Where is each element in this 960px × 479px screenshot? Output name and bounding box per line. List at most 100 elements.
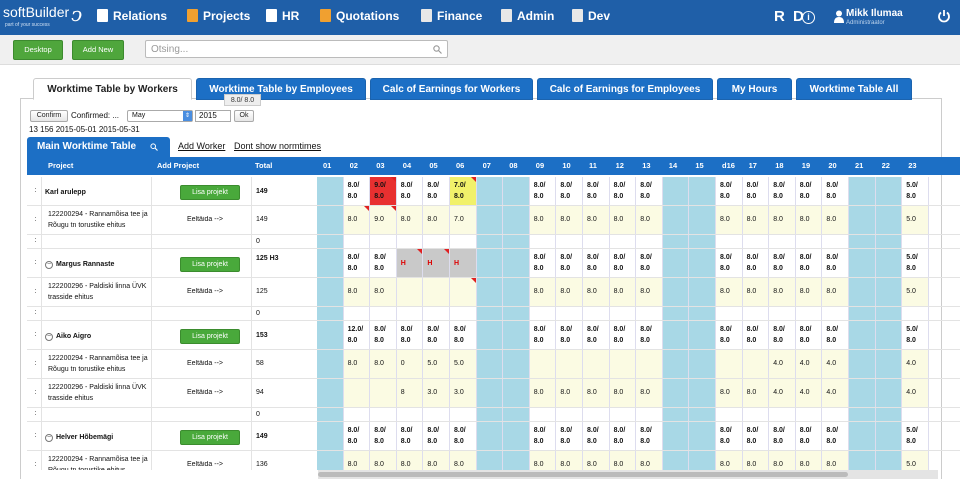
day-cell[interactable]: 5.0/8.0 (902, 177, 929, 205)
horizontal-scrollbar[interactable] (318, 470, 938, 479)
day-cell[interactable]: 8.0 (370, 350, 397, 378)
day-cell[interactable]: 8.0/8.0 (742, 422, 770, 450)
day-cell[interactable] (689, 321, 716, 349)
day-cell[interactable]: 8.0/8.0 (609, 249, 637, 277)
day-cell[interactable]: 8.0 (343, 278, 371, 306)
eeltaida-link[interactable]: Eeltäida --> (187, 461, 247, 470)
eeltaida-link[interactable]: Eeltäida --> (187, 288, 247, 299)
day-cell[interactable] (317, 379, 344, 407)
day-cell[interactable]: 8.0 (396, 451, 424, 470)
day-cell[interactable]: 8.0/8.0 (769, 422, 796, 450)
day-cell[interactable] (662, 350, 690, 378)
day-cell[interactable]: 8 (396, 379, 424, 407)
search-input[interactable]: Otsing... (145, 40, 448, 58)
day-cell[interactable]: 8.0 (795, 206, 823, 234)
collapse-icon[interactable]: − (45, 260, 53, 269)
day-cell[interactable] (396, 307, 424, 320)
drag-handle-icon[interactable]: ⋮ (31, 258, 37, 270)
day-cell[interactable] (423, 408, 450, 421)
day-cell[interactable]: 8.0/8.0 (556, 422, 583, 450)
day-cell[interactable] (476, 321, 504, 349)
day-cell[interactable] (423, 307, 450, 320)
year-input[interactable]: 2015 (195, 110, 231, 122)
day-cell[interactable] (476, 206, 504, 234)
day-cell[interactable]: 8.0 (636, 206, 663, 234)
day-cell[interactable]: 8.0 (716, 451, 743, 470)
day-cell[interactable] (636, 307, 663, 320)
day-cell[interactable] (902, 307, 929, 320)
add-project-button[interactable]: Lisa projekt (180, 429, 240, 445)
day-cell[interactable] (503, 278, 530, 306)
day-cell[interactable] (849, 350, 876, 378)
day-cell[interactable] (317, 451, 344, 470)
search-icon[interactable] (150, 143, 158, 151)
day-cell[interactable] (503, 235, 530, 248)
day-cell[interactable] (716, 350, 743, 378)
day-cell[interactable] (503, 408, 530, 421)
drag-handle-icon[interactable]: ⋮ (31, 215, 37, 227)
day-cell[interactable]: 8.0 (609, 206, 637, 234)
eeltaida-link[interactable]: Eeltäida --> (187, 389, 247, 400)
day-cell[interactable] (822, 307, 849, 320)
day-cell[interactable]: 8.0 (343, 451, 371, 470)
day-cell[interactable]: 8.0/8.0 (583, 321, 610, 349)
day-cell[interactable] (317, 350, 344, 378)
day-cell[interactable] (636, 350, 663, 378)
day-cell[interactable] (875, 206, 903, 234)
day-cell[interactable]: 8.0/8.0 (343, 249, 371, 277)
drag-handle-icon[interactable]: ⋮ (31, 431, 37, 443)
day-cell[interactable] (609, 307, 637, 320)
drag-handle-icon[interactable]: ⋮ (31, 460, 37, 471)
day-cell[interactable] (503, 177, 530, 205)
day-cell[interactable] (689, 206, 716, 234)
scrollbar-thumb[interactable] (318, 472, 848, 477)
day-cell[interactable] (317, 249, 344, 277)
day-cell[interactable] (503, 307, 530, 320)
day-cell[interactable] (689, 350, 716, 378)
day-cell[interactable]: 8.0/8.0 (583, 177, 610, 205)
nav-item-relations[interactable]: Relations (97, 9, 167, 27)
day-cell[interactable] (716, 307, 743, 320)
tab-worktime-table-by-workers[interactable]: Worktime Table by Workers (33, 78, 192, 100)
day-cell[interactable]: 8.0/8.0 (583, 249, 610, 277)
power-icon[interactable] (937, 9, 951, 23)
day-cell[interactable] (503, 422, 530, 450)
day-cell[interactable]: 4.0 (902, 379, 929, 407)
day-cell[interactable] (556, 235, 583, 248)
day-cell[interactable]: 3.0 (450, 379, 477, 407)
drag-handle-icon[interactable]: ⋮ (31, 287, 37, 299)
day-cell[interactable]: 8.0 (769, 451, 796, 470)
day-cell[interactable]: 5.0 (902, 206, 929, 234)
day-cell[interactable]: 8.0 (716, 206, 743, 234)
day-cell[interactable] (689, 307, 716, 320)
day-cell[interactable]: 8.0/8.0 (795, 422, 823, 450)
day-cell[interactable] (875, 451, 903, 470)
day-cell[interactable]: 5.0 (423, 350, 450, 378)
day-cell[interactable]: 8.0 (769, 206, 796, 234)
day-cell[interactable]: 8.0/8.0 (795, 177, 823, 205)
eeltaida-link[interactable]: Eeltäida --> (187, 216, 247, 227)
day-cell[interactable] (662, 422, 690, 450)
day-cell[interactable] (902, 235, 929, 248)
day-cell[interactable]: 8.0 (795, 278, 823, 306)
worker-name[interactable]: − Margus Rannaste (45, 259, 150, 271)
day-cell[interactable]: 5.0/8.0 (902, 249, 929, 277)
day-cell[interactable] (662, 321, 690, 349)
day-cell[interactable]: 4.0 (769, 350, 796, 378)
day-cell[interactable] (450, 307, 477, 320)
day-cell[interactable]: 8.0/8.0 (450, 321, 477, 349)
day-cell[interactable]: 8.0/8.0 (370, 249, 397, 277)
day-cell[interactable] (742, 235, 770, 248)
day-cell[interactable]: 8.0/8.0 (716, 177, 743, 205)
day-cell[interactable] (583, 235, 610, 248)
day-cell[interactable]: 8.0 (769, 278, 796, 306)
day-cell[interactable] (875, 278, 903, 306)
add-new-button[interactable]: Add New (72, 40, 124, 60)
day-cell[interactable] (822, 235, 849, 248)
day-cell[interactable]: 8.0 (822, 206, 849, 234)
day-cell[interactable] (795, 307, 823, 320)
day-cell[interactable]: 8.0/8.0 (343, 422, 371, 450)
day-cell[interactable] (370, 307, 397, 320)
softbuilder-logo[interactable]: softBuilder ↄ part of your success (3, 2, 95, 32)
eeltaida-link[interactable]: Eeltäida --> (187, 360, 247, 371)
